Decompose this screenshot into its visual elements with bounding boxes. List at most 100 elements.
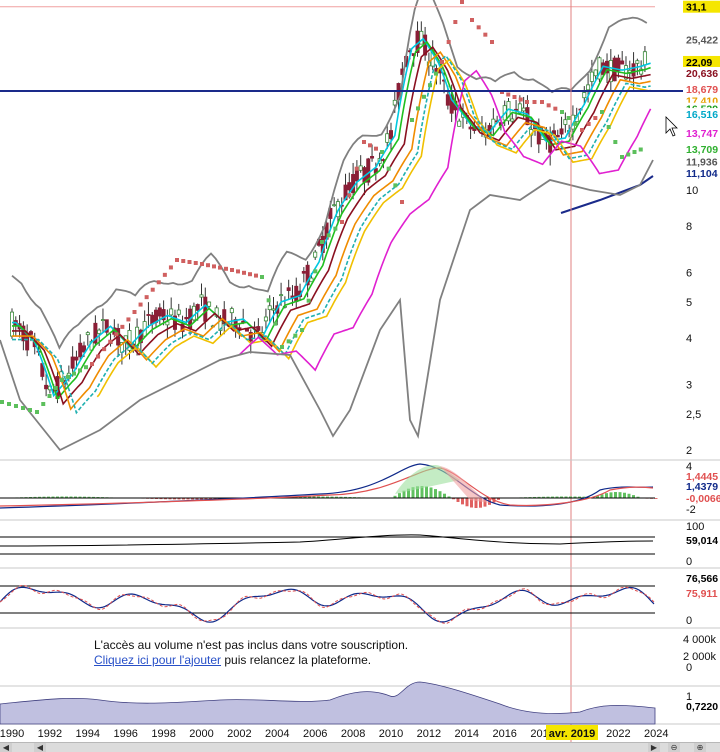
sar-dot (518, 97, 523, 102)
y-tick-label: 6 (686, 268, 692, 280)
bollinger-upper (11, 0, 648, 350)
sar-dot (483, 32, 488, 37)
sar-dot (525, 100, 529, 104)
sar-dot (326, 233, 331, 238)
candle-down (256, 326, 261, 331)
sar-dot (506, 92, 511, 97)
stoch-k-line (0, 586, 655, 623)
sar-dot (613, 140, 618, 144)
candle-up (358, 165, 363, 171)
sar-dot (428, 83, 432, 88)
candle-down (286, 287, 291, 291)
y-tick-label: 10 (686, 185, 698, 197)
x-tick-label: 2022 (606, 728, 630, 740)
candle-down (294, 285, 299, 303)
value-tag: 16,516 (686, 109, 718, 121)
sar-dot (187, 260, 192, 264)
sar-dot (132, 310, 137, 314)
scroll-left-icon[interactable]: ◀ (0, 743, 12, 752)
indicator-value-tag: 59,014 (686, 535, 718, 547)
macd-bar-up (425, 486, 428, 498)
candle-up (267, 305, 272, 311)
sar-dot (362, 140, 366, 144)
sar-dot (162, 272, 167, 277)
stoch-tick: 0 (686, 615, 692, 627)
add-subscription-link[interactable]: Cliquez ici pour l'ajouter (94, 653, 221, 667)
sar-dot (354, 166, 359, 171)
sar-dot (114, 332, 119, 337)
sar-dot (47, 394, 52, 398)
sar-dot (306, 298, 311, 303)
value-tag: 13,709 (686, 144, 718, 156)
sar-dot (512, 95, 517, 99)
candle-down (620, 60, 625, 65)
value-tag: 13,747 (686, 128, 718, 140)
scroll-right-icon[interactable]: ▶ (648, 743, 660, 752)
stoch-d-line (0, 584, 655, 624)
macd-bar-down (465, 498, 469, 507)
sar-dot (606, 125, 611, 129)
macd-bar-up (623, 492, 626, 498)
candle-up (169, 308, 174, 316)
candle-down (184, 317, 189, 320)
sar-dot (90, 362, 94, 366)
horizontal-scrollbar[interactable]: ◀ ◀ ▶ ⊖ ⊕ (0, 742, 720, 752)
sar-dot (416, 106, 420, 111)
y-tick-label: 4 (686, 333, 692, 345)
candle-up (100, 319, 105, 321)
sar-dot (593, 116, 598, 120)
sar-dot (400, 200, 404, 204)
sar-dot (144, 295, 149, 300)
candle-up (9, 311, 14, 337)
x-tick-label: 2004 (265, 728, 289, 740)
candle-up (332, 204, 337, 207)
indicator-tick: 100 (686, 521, 704, 533)
sar-dot (540, 100, 544, 104)
sar-dot (72, 371, 76, 376)
x-tick-label: 2000 (189, 728, 213, 740)
y-tick-label: 5 (686, 297, 692, 309)
sar-dot (434, 71, 438, 76)
candle-up (199, 294, 204, 298)
zoom-icon[interactable]: ⊕ (694, 743, 706, 752)
zoom-icon[interactable]: ⊖ (668, 743, 680, 752)
x-tick-label: 1994 (76, 728, 100, 740)
sar-dot (102, 347, 107, 352)
candle-down (157, 307, 162, 317)
indicator-panels (0, 459, 720, 725)
price-panel[interactable] (0, 0, 685, 742)
x-tick-label: 2010 (379, 728, 403, 740)
sar-dot (150, 287, 155, 292)
candle-up (263, 316, 268, 322)
ma-navy-line (560, 175, 654, 214)
macd-bar-up (443, 493, 446, 498)
sar-dot (446, 40, 451, 44)
x-tick-label: 2016 (492, 728, 516, 740)
sar-dot (193, 261, 198, 265)
macd-bar-down (461, 498, 464, 505)
sar-dot (108, 339, 113, 344)
scroll-left-icon[interactable]: ◀ (34, 743, 46, 752)
sar-dot (242, 270, 246, 275)
volume-notice: L'accès au volume n'est pas inclus dans … (88, 634, 440, 674)
x-tick-label: 2008 (341, 728, 365, 740)
sar-dot (476, 25, 481, 30)
sar-dot (60, 378, 64, 382)
candle-down (354, 170, 359, 182)
macd-signal-line (0, 467, 654, 507)
sar-dot (600, 110, 604, 114)
macd-bar-up (609, 492, 613, 498)
volume-tick: 0 (686, 662, 692, 674)
candle-up (313, 251, 318, 258)
sar-dot (638, 147, 643, 152)
sar-dot (273, 321, 278, 326)
sar-dot (260, 275, 264, 279)
sar-dot (280, 345, 284, 349)
ma-orange-line (12, 51, 651, 411)
mouse-pointer-icon (665, 116, 678, 137)
macd-value-tag: 1,4379 (686, 481, 718, 493)
candle-up (582, 92, 587, 99)
macd-bar-up (438, 491, 442, 498)
candle-up (510, 118, 515, 122)
candle-down (347, 182, 352, 191)
